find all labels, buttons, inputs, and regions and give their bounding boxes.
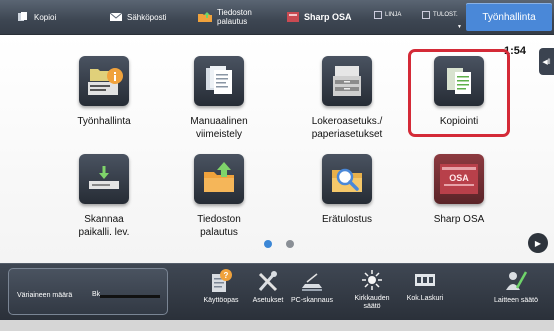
file-retrieve-label: Tiedoston palautus (217, 8, 252, 26)
scan-to-hdd-tile[interactable]: Skannaa paikalli. lev. (54, 154, 154, 239)
toner-color-label: Bk (92, 291, 101, 298)
top-bar: Kopioi Sähköposti Tiedoston palautus Sha… (0, 0, 554, 35)
tile-label-line1: Lokeroasetuks./ (311, 116, 383, 127)
scan-to-hdd-tile-label: Skannaa paikalli. lev. (54, 213, 154, 239)
batch-print-tile-label: Erätulostus (297, 213, 397, 226)
batch-print-icon (322, 154, 372, 204)
user-guide-icon: ? (212, 269, 232, 292)
tile-label-line1: Kopiointi (439, 116, 479, 127)
sharp-osa-tile[interactable]: OSA Sharp OSA (409, 154, 509, 226)
file-retrieve-shortcut[interactable]: Tiedoston palautus (198, 0, 252, 34)
manual-finishing-tile[interactable]: Manuaalinen viimeistely (169, 56, 269, 141)
tile-label-line1: Tiedoston (197, 214, 241, 225)
home-screen: Kopioi Sähköposti Tiedoston palautus Sha… (0, 0, 554, 331)
file-retrieve-tile-label: Tiedoston palautus (169, 213, 269, 239)
tile-label-line2: viimeistely (195, 129, 243, 140)
line-indicator: LINJA (374, 10, 401, 20)
bottom-bar: Väriaineen määrä Bk ? Käyttöopas Asetuks… (0, 263, 554, 321)
sharp-osa-shortcut[interactable]: Sharp OSA (287, 0, 352, 34)
tile-label-line1: Sharp OSA (433, 214, 485, 225)
manual-finishing-tile-label: Manuaalinen viimeistely (169, 115, 269, 141)
device-adjust-icon (506, 271, 528, 290)
job-status-button[interactable]: Työnhallinta (466, 3, 552, 31)
page-indicator (264, 240, 294, 248)
sharp-osa-shortcut-label: Sharp OSA (304, 12, 352, 22)
job-status-icon (79, 56, 129, 106)
brightness-label-line2: säätö (363, 303, 381, 310)
print-indicator-lamp (422, 11, 430, 19)
job-status-tile-label: Työnhallinta (54, 115, 154, 128)
brightness-icon (362, 270, 382, 290)
sharp-osa-icon (287, 12, 299, 22)
osa-logo-text: OSA (449, 173, 469, 183)
side-panel-arrow-icon: ◀‖ (542, 58, 551, 66)
email-shortcut[interactable]: Sähköposti (110, 0, 167, 34)
device-adjust-button[interactable]: Laitteen säätö (478, 266, 554, 319)
pc-scan-button[interactable]: PC-skannaus (284, 266, 340, 319)
tile-label-line1: Manuaalinen (190, 116, 248, 127)
toner-label: Väriaineen määrä (17, 292, 73, 299)
file-retrieve-icon (194, 154, 244, 204)
copy-tile-label: Kopiointi (409, 115, 509, 128)
settings-label: Asetukset (252, 297, 284, 304)
line-indicator-lamp (374, 11, 382, 19)
pc-scan-label: PC-skannaus (290, 297, 334, 304)
tray-settings-tile[interactable]: Lokeroasetuks./ paperiasetukset (297, 56, 397, 141)
tile-label-line1: Erätulostus (321, 214, 373, 225)
brightness-label-line1: Kirkkauden (354, 295, 390, 302)
tile-label-line1: Työnhallinta (77, 116, 131, 127)
email-icon (110, 12, 122, 21)
tile-label-line2: palautus (200, 227, 238, 238)
file-retrieve-label-line1: Tiedoston (217, 8, 252, 17)
tile-label-line2: paikalli. lev. (78, 227, 130, 238)
home-main-area: 1:54 ◀‖ Työnhallinta Manuaalinen viimeis… (0, 35, 554, 263)
copy-tile[interactable]: Kopiointi (409, 56, 509, 128)
tray-settings-tile-label: Lokeroasetuks./ paperiasetukset (297, 115, 397, 141)
email-shortcut-label: Sähköposti (127, 12, 167, 22)
next-page-button[interactable]: ▶ (528, 233, 548, 253)
side-panel-tab[interactable]: ◀‖ (539, 48, 554, 75)
manual-finishing-icon (194, 56, 244, 106)
folder-icon (198, 12, 212, 22)
brightness-button[interactable]: Kirkkauden säätö (344, 266, 400, 319)
dropdown-arrow-icon: ▼ (457, 24, 462, 30)
svg-text:?: ? (224, 271, 229, 280)
total-count-button[interactable]: Kok.Laskuri (397, 266, 453, 319)
toner-level-bar (100, 295, 160, 298)
scan-to-hdd-icon (79, 154, 129, 204)
next-arrow-icon: ▶ (534, 238, 542, 248)
copy-document-icon (434, 56, 484, 106)
batch-print-tile[interactable]: Erätulostus (297, 154, 397, 226)
page-dot[interactable] (286, 240, 294, 248)
osa-app-icon: OSA (434, 154, 484, 204)
print-indicator-label: TULOST. (433, 12, 458, 18)
toner-level-panel: Väriaineen määrä Bk (8, 268, 168, 315)
tile-label-line2: paperiasetukset (311, 129, 383, 140)
settings-icon (258, 271, 278, 292)
total-count-label: Kok.Laskuri (406, 295, 444, 302)
sharp-osa-tile-label: Sharp OSA (409, 213, 509, 226)
file-retrieve-tile[interactable]: Tiedoston palautus (169, 154, 269, 239)
tray-settings-icon (322, 56, 372, 106)
tile-label-line1: Skannaa (84, 214, 124, 225)
pc-scan-icon (302, 273, 322, 291)
copy-shortcut[interactable]: Kopioi (17, 0, 56, 34)
user-guide-label: Käyttöopas (203, 297, 239, 304)
line-indicator-label: LINJA (385, 12, 402, 18)
device-adjust-label: Laitteen säätö (494, 297, 538, 304)
page-dot-active[interactable] (264, 240, 272, 248)
print-indicator: TULOST. (422, 10, 458, 20)
counter-icon (415, 274, 435, 286)
copy-shortcut-label: Kopioi (34, 12, 57, 22)
file-retrieve-label-line2: palautus (217, 17, 248, 26)
copy-icon (18, 12, 27, 21)
footer-strip (0, 320, 554, 331)
job-status-tile[interactable]: Työnhallinta (54, 56, 154, 128)
